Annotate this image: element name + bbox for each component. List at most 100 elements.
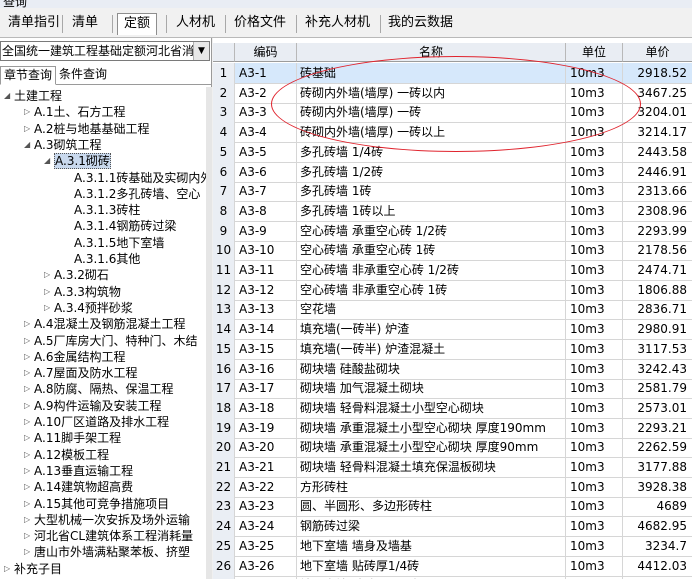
table-row[interactable]: 26 A3-26 地下室墙 贴砖厚1/4砖 10m3 4412.03 — [213, 555, 692, 577]
tab-chapter-query[interactable]: 章节查询 — [0, 66, 57, 85]
tab-bill[interactable]: 清单 — [66, 13, 104, 35]
expand-icon[interactable]: ▷ — [44, 284, 54, 300]
table-row[interactable]: 10 A3-10 空心砖墙 承重空心砖 1砖 10m3 2178.56 — [213, 240, 692, 262]
tree-node[interactable]: ▷ A.2桩与地基基础工程 — [24, 121, 149, 137]
expand-icon[interactable]: ▷ — [24, 479, 34, 495]
collapse-icon[interactable]: ◢ — [24, 137, 34, 153]
tree-node[interactable]: A.3.1.3砖柱 — [64, 202, 140, 218]
chevron-down-icon[interactable]: ▼ — [193, 42, 209, 60]
collapse-icon[interactable]: ◢ — [44, 153, 54, 169]
table-row[interactable]: 5 A3-5 多孔砖墙 1/4砖 10m3 2443.58 — [213, 141, 692, 163]
table-row[interactable]: 12 A3-12 空心砖墙 非承重空心砖 1砖 10m3 1806.88 — [213, 279, 692, 301]
tree-node[interactable]: ▷ A.1土、石方工程 — [24, 104, 125, 120]
table-row[interactable]: 15 A3-15 填充墙(一砖半) 炉渣混凝土 10m3 3117.53 — [213, 338, 692, 360]
tree-node[interactable]: A.3.1.2多孔砖墙、空心 — [64, 186, 200, 202]
expand-icon[interactable]: ▷ — [24, 316, 34, 332]
tree-node[interactable]: A.3.1.1砖基础及实砌内外 — [64, 170, 206, 186]
header-name[interactable]: 名称 — [297, 43, 566, 62]
header-price[interactable]: 单价 — [623, 43, 692, 62]
table-row[interactable]: 1 A3-1 砖基础 10m3 2918.52 — [213, 63, 692, 84]
tab-my-cloud-data[interactable]: 我的云数据 — [382, 13, 459, 35]
table-row[interactable]: 22 A3-22 方形砖柱 10m3 3928.38 — [213, 476, 692, 498]
table-row[interactable]: 21 A3-21 砌块墙 轻骨料混凝土填充保温板砌块 10m3 3177.88 — [213, 457, 692, 478]
tree-node[interactable]: ▷ A.4混凝土及钢筋混凝土工程 — [24, 316, 185, 332]
expand-icon[interactable]: ▷ — [24, 512, 34, 528]
expand-icon[interactable]: ▷ — [44, 267, 54, 283]
tree-node[interactable]: A.3.1.5地下室墙 — [64, 235, 164, 251]
expand-icon[interactable]: ▷ — [44, 300, 54, 316]
tree-node[interactable]: ◢ A.3.1砌砖 — [44, 153, 111, 170]
table-row[interactable]: 14 A3-14 填充墙(一砖半) 炉渣 10m3 2980.91 — [213, 319, 692, 341]
tree-node[interactable]: ▷ 补充子目 — [4, 561, 62, 577]
tree-node[interactable]: ▷ A.3.2砌石 — [44, 267, 109, 283]
tree-node[interactable]: ▷ 唐山市外墙满粘聚苯板、挤塑 — [24, 544, 190, 560]
expand-icon[interactable]: ▷ — [24, 430, 34, 446]
table-row[interactable]: 13 A3-13 空花墙 10m3 2836.71 — [213, 299, 692, 321]
table-row[interactable]: 2 A3-2 砖砌内外墙(墙厚) 一砖以内 10m3 3467.25 — [213, 82, 692, 104]
tree-node[interactable]: ▷ A.15其他可竞争措施项目 — [24, 496, 169, 512]
table-row[interactable]: 17 A3-17 砌块墙 加气混凝土砌块 10m3 2581.79 — [213, 378, 692, 400]
quota-library-select[interactable]: 全国统一建筑工程基础定额河北省消 ▼ — [0, 41, 210, 61]
table-row[interactable]: 20 A3-20 砌块墙 承重混凝土小型空心砌块 厚度90mm 10m3 2262.59 — [213, 437, 692, 459]
tree-node[interactable]: ◢ A.3砌筑工程 — [24, 137, 101, 153]
table-row[interactable]: 4 A3-4 砖砌内外墙(墙厚) 一砖以上 10m3 3214.17 — [213, 122, 692, 144]
collapse-icon[interactable]: ◢ — [4, 88, 14, 104]
header-unit[interactable]: 单位 — [566, 43, 623, 62]
tree-node[interactable]: ▷ A.7屋面及防水工程 — [24, 365, 137, 381]
expand-icon[interactable]: ▷ — [24, 365, 34, 381]
tree-node[interactable]: ▷ 河北省CL建筑体系工程消耗量 — [24, 528, 193, 544]
expand-icon[interactable]: ▷ — [24, 398, 34, 414]
tab-labor-material-machine[interactable]: 人材机 — [170, 13, 221, 35]
expand-icon[interactable]: ▷ — [24, 121, 34, 137]
table-row[interactable]: 8 A3-8 多孔砖墙 1砖以上 10m3 2308.96 — [213, 200, 692, 222]
expand-icon[interactable]: ▷ — [24, 349, 34, 365]
expand-icon[interactable]: ▷ — [4, 561, 14, 577]
tree-node[interactable]: ▷ A.3.4预拌砂浆 — [44, 300, 133, 316]
expand-icon[interactable]: ▷ — [24, 414, 34, 430]
table-row[interactable]: 7 A3-7 多孔砖墙 1砖 10m3 2313.66 — [213, 181, 692, 203]
expand-icon[interactable]: ▷ — [24, 463, 34, 479]
tree-node[interactable]: ▷ A.14建筑物超高费 — [24, 479, 133, 495]
tree-node[interactable]: ▷ A.10厂区道路及排水工程 — [24, 414, 169, 430]
tab-quota[interactable]: 定额 — [117, 13, 158, 35]
expand-icon[interactable]: ▷ — [24, 544, 34, 560]
header-code[interactable]: 编码 — [235, 43, 297, 62]
tab-price-file[interactable]: 价格文件 — [228, 13, 292, 35]
row-index: 17 — [213, 378, 235, 400]
tree-node[interactable]: ▷ A.12模板工程 — [24, 447, 109, 463]
table-row[interactable]: 24 A3-24 钢筋砖过梁 10m3 4682.95 — [213, 516, 692, 538]
tab-condition-query[interactable]: 条件查询 — [56, 66, 110, 85]
table-row[interactable]: 9 A3-9 空心砖墙 承重空心砖 1/2砖 10m3 2293.99 — [213, 220, 692, 242]
tree-node[interactable]: ◢ 土建工程 — [4, 88, 62, 104]
table-row[interactable]: 11 A3-11 空心砖墙 非承重空心砖 1/2砖 10m3 2474.71 — [213, 260, 692, 281]
tree-node[interactable]: ▷ A.6金属结构工程 — [24, 349, 125, 365]
tree-scrollbar[interactable] — [206, 87, 212, 579]
expand-icon[interactable]: ▷ — [24, 447, 34, 463]
table-row[interactable]: 6 A3-6 多孔砖墙 1/2砖 10m3 2446.91 — [213, 161, 692, 183]
row-index: 8 — [213, 200, 235, 222]
expand-icon[interactable]: ▷ — [24, 528, 34, 544]
table-row[interactable]: 16 A3-16 砌块墙 硅酸盐砌块 10m3 3242.43 — [213, 358, 692, 380]
table-row[interactable]: 27A3-27地下室墙 贴砖厚1/2砖10m33671.38 — [213, 575, 692, 579]
tree-node[interactable]: ▷ 大型机械一次安拆及场外运输 — [24, 512, 190, 528]
table-row[interactable]: 18 A3-18 砌块墙 轻骨料混凝土小型空心砌块 10m3 2573.01 — [213, 397, 692, 419]
tree-node[interactable]: ▷ A.5厂库房大门、特种门、木结 — [24, 333, 197, 349]
tree-node[interactable]: ▷ A.8防腐、隔热、保温工程 — [24, 381, 173, 397]
table-row[interactable]: 23 A3-23 圆、半圆形、多边形砖柱 10m3 4689 — [213, 496, 692, 518]
table-row[interactable]: 25 A3-25 地下室墙 墙身及墙基 10m3 3234.7 — [213, 535, 692, 557]
tree-node[interactable]: A.3.1.6其他 — [64, 251, 140, 267]
table-row[interactable]: 3 A3-3 砖砌内外墙(墙厚) 一砖 10m3 3204.01 — [213, 102, 692, 124]
expand-icon[interactable]: ▷ — [24, 104, 34, 120]
quota-name: 地下室墙 贴砖厚1/2砖 — [297, 575, 566, 579]
expand-icon[interactable]: ▷ — [24, 333, 34, 349]
tab-bill-guide[interactable]: 清单指引 — [2, 13, 66, 35]
tree-node[interactable]: A.3.1.4钢筋砖过梁 — [64, 218, 176, 234]
tree-node[interactable]: ▷ A.3.3构筑物 — [44, 284, 121, 300]
expand-icon[interactable]: ▷ — [24, 381, 34, 397]
tab-supplementary-lmm[interactable]: 补充人材机 — [299, 13, 376, 35]
tree-node[interactable]: ▷ A.13垂直运输工程 — [24, 463, 133, 479]
table-row[interactable]: 19 A3-19 砌块墙 承重混凝土小型空心砌块 厚度190mm 10m3 2293.2… — [213, 417, 692, 439]
tree-node[interactable]: ▷ A.11脚手架工程 — [24, 430, 121, 446]
expand-icon[interactable]: ▷ — [24, 496, 34, 512]
tree-node[interactable]: ▷ A.9构件运输及安装工程 — [24, 398, 161, 414]
